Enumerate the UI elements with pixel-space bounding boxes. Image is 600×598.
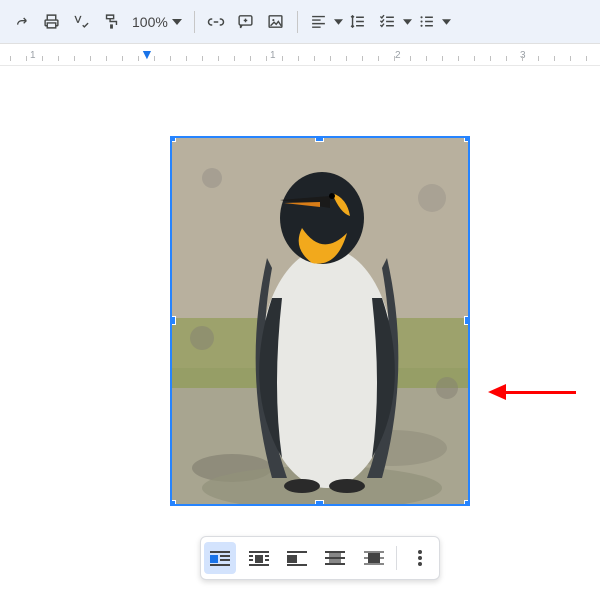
wrap-inline-button[interactable] [204, 542, 236, 574]
ruler-label: 1 [30, 50, 36, 61]
main-toolbar: 100% [0, 0, 600, 44]
break-text-button[interactable] [281, 542, 313, 574]
behind-text-icon [325, 550, 345, 566]
chevron-down-icon[interactable] [442, 19, 451, 25]
paint-format-icon [103, 13, 120, 30]
redo-icon [13, 14, 29, 30]
chevron-down-icon[interactable] [334, 19, 343, 25]
checklist-button[interactable] [373, 7, 403, 37]
wrap-text-icon [249, 550, 269, 566]
penguin-illustration [172, 138, 470, 506]
more-vertical-icon [418, 550, 422, 566]
print-icon [43, 13, 60, 30]
arrow-shaft [506, 391, 576, 394]
print-button[interactable] [36, 7, 66, 37]
line-spacing-icon [349, 13, 366, 30]
toolbar-divider [297, 11, 298, 33]
wrap-inline-icon [210, 550, 230, 566]
zoom-select[interactable]: 100% [126, 7, 188, 37]
image-options-toolbar [200, 536, 440, 580]
spellcheck-button[interactable] [66, 7, 96, 37]
align-button[interactable] [304, 7, 334, 37]
comment-icon [237, 13, 254, 30]
front-text-icon [364, 550, 384, 566]
zoom-value: 100% [132, 14, 168, 30]
insert-image-button[interactable] [261, 7, 291, 37]
resize-handle-top-left[interactable] [170, 136, 176, 142]
arrow-head-icon [488, 384, 506, 400]
spellcheck-icon [73, 13, 90, 30]
behind-text-button[interactable] [319, 542, 351, 574]
annotation-arrow [488, 384, 576, 400]
indent-marker[interactable]: ▼ [140, 47, 154, 61]
toolbar-divider [396, 546, 397, 570]
break-text-icon [287, 550, 307, 566]
selected-image[interactable] [170, 136, 470, 506]
more-options-button[interactable] [404, 542, 436, 574]
ruler-label: 1 [270, 50, 276, 61]
checklist-icon [379, 13, 396, 30]
chevron-down-icon[interactable] [403, 19, 412, 25]
ruler-label: 2 [395, 50, 401, 61]
horizontal-ruler[interactable]: 1 1 2 3 ▼ [0, 44, 600, 66]
front-text-button[interactable] [358, 542, 390, 574]
paint-format-button[interactable] [96, 7, 126, 37]
align-icon [310, 13, 327, 30]
wrap-text-button[interactable] [243, 542, 275, 574]
document-canvas[interactable] [0, 66, 600, 598]
insert-link-button[interactable] [201, 7, 231, 37]
line-spacing-button[interactable] [343, 7, 373, 37]
resize-handle-left[interactable] [170, 316, 176, 325]
redo-button[interactable] [6, 7, 36, 37]
resize-handle-top[interactable] [315, 136, 324, 142]
bullets-icon [418, 13, 435, 30]
bulleted-list-button[interactable] [412, 7, 442, 37]
toolbar-divider [194, 11, 195, 33]
chevron-down-icon [172, 19, 182, 25]
image-icon [267, 13, 284, 30]
link-icon [207, 13, 225, 31]
add-comment-button[interactable] [231, 7, 261, 37]
